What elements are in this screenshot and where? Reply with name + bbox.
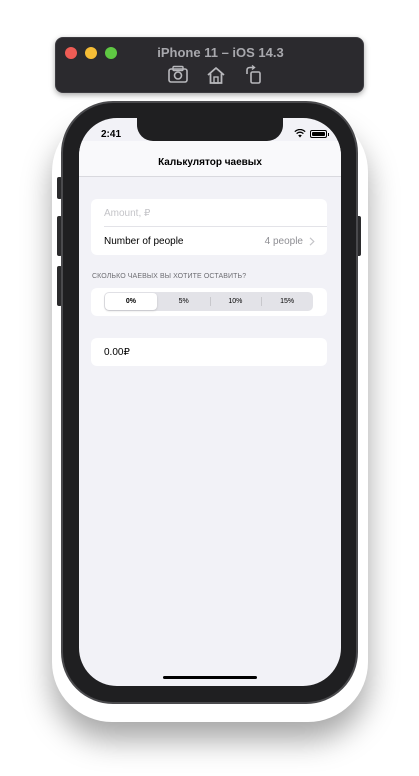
status-icons xyxy=(294,129,329,138)
simulator-toolbar: iPhone 11 – iOS 14.3 xyxy=(55,37,364,93)
rotate-button[interactable] xyxy=(242,64,266,90)
number-of-people-label: Number of people xyxy=(104,235,184,247)
number-of-people-row[interactable]: Number of people 4 people xyxy=(91,227,327,255)
phone-screen: 2:41 Калькулятор чаевых Number of people… xyxy=(79,118,341,686)
home-icon xyxy=(205,65,227,90)
navigation-bar: Калькулятор чаевых xyxy=(79,141,341,177)
page-title: Калькулятор чаевых xyxy=(158,157,262,168)
amount-row xyxy=(91,199,327,227)
bill-input-group: Number of people 4 people xyxy=(91,199,327,255)
battery-icon xyxy=(310,129,329,138)
simulator-title: iPhone 11 – iOS 14.3 xyxy=(157,45,284,60)
status-time: 2:41 xyxy=(101,129,122,140)
home-button[interactable] xyxy=(204,66,228,88)
tip-section-header: СКОЛЬКО ЧАЕВЫХ ВЫ ХОТИТЕ ОСТАВИТЬ? xyxy=(92,273,247,280)
wifi-icon xyxy=(294,129,306,138)
amount-input[interactable] xyxy=(104,207,304,219)
number-of-people-value: 4 people xyxy=(264,235,303,247)
screenshot-button[interactable] xyxy=(166,65,190,90)
total-group: 0.00₽ xyxy=(91,338,327,366)
home-indicator[interactable] xyxy=(163,676,257,679)
notch xyxy=(137,118,283,141)
simulator-tools xyxy=(166,64,266,90)
screenshot-icon xyxy=(167,65,189,90)
tip-option-0[interactable]: 0% xyxy=(105,293,157,310)
tip-option-5[interactable]: 5% xyxy=(158,292,210,311)
tip-group: 0% 5% 10% 15% xyxy=(91,288,327,316)
tip-option-15[interactable]: 15% xyxy=(261,292,313,311)
chevron-right-icon xyxy=(309,236,315,246)
rotate-icon xyxy=(243,64,265,90)
total-amount: 0.00₽ xyxy=(104,346,130,358)
tip-segmented-control: 0% 5% 10% 15% xyxy=(104,292,313,311)
total-row: 0.00₽ xyxy=(91,338,327,366)
tip-option-10[interactable]: 10% xyxy=(209,292,262,311)
